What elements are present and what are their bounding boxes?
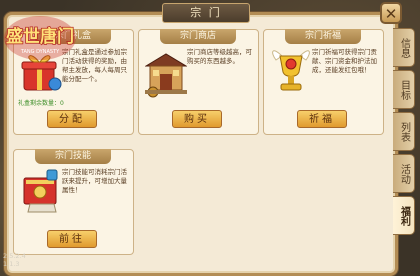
go-button[interactable]: 前往 <box>47 230 97 248</box>
card-title: 宗门祈福 <box>285 29 361 44</box>
tab-activity[interactable]: 活动 <box>393 154 415 193</box>
card-description: 宗门技能可消耗宗门活跃来提升，可增加大量属性！ <box>62 168 127 194</box>
skill-book-icon <box>20 168 62 218</box>
panel-title: 宗 门 <box>162 3 250 23</box>
distribute-button[interactable]: 分配 <box>47 110 97 128</box>
close-icon[interactable]: ✕ <box>380 2 402 24</box>
sect-shop-card: 宗门商店 宗门商店等级越高，可购买的东西越多。 购买 <box>138 29 259 135</box>
tab-goals[interactable]: 目标 <box>393 70 415 109</box>
game-logo: 盛世唐门 TANG DYNASTY <box>2 8 78 66</box>
version-line: 1.1.3 <box>3 260 20 268</box>
pray-button[interactable]: 祈福 <box>297 110 347 128</box>
svg-text:盛世唐门: 盛世唐门 <box>6 26 74 47</box>
tab-list[interactable]: 列表 <box>393 112 415 151</box>
tab-welfare[interactable]: 福利 <box>393 196 415 235</box>
buy-button[interactable]: 购买 <box>172 110 222 128</box>
golden-trophy-icon <box>270 48 312 98</box>
version-line: 2.5.2.4 <box>3 252 26 260</box>
version-info: 2.5.2.4 1.1.3 <box>3 252 26 268</box>
sect-blessing-card: 宗门祈福 宗门祈福可获得宗门贡献、宗门资金和护法加成，还能发红包哦！ 祈福 <box>263 29 384 135</box>
tab-info[interactable]: 信息 <box>393 28 415 67</box>
card-description: 宗门商店等级越高，可购买的东西越多。 <box>187 48 252 65</box>
sect-skill-card: 宗门技能 宗门技能可消耗宗门活跃来提升，可增加大量属性！ 前往 <box>13 149 134 255</box>
card-title: 宗门商店 <box>160 29 236 44</box>
gift-remaining-count: 礼盒剩余数量：0 <box>18 100 64 107</box>
shop-building-icon <box>144 48 188 98</box>
card-description: 宗门祈福可获得宗门贡献、宗门资金和护法加成，还能发红包哦！ <box>312 48 377 74</box>
svg-text:TANG DYNASTY: TANG DYNASTY <box>20 49 60 55</box>
card-title: 宗门技能 <box>35 149 111 164</box>
